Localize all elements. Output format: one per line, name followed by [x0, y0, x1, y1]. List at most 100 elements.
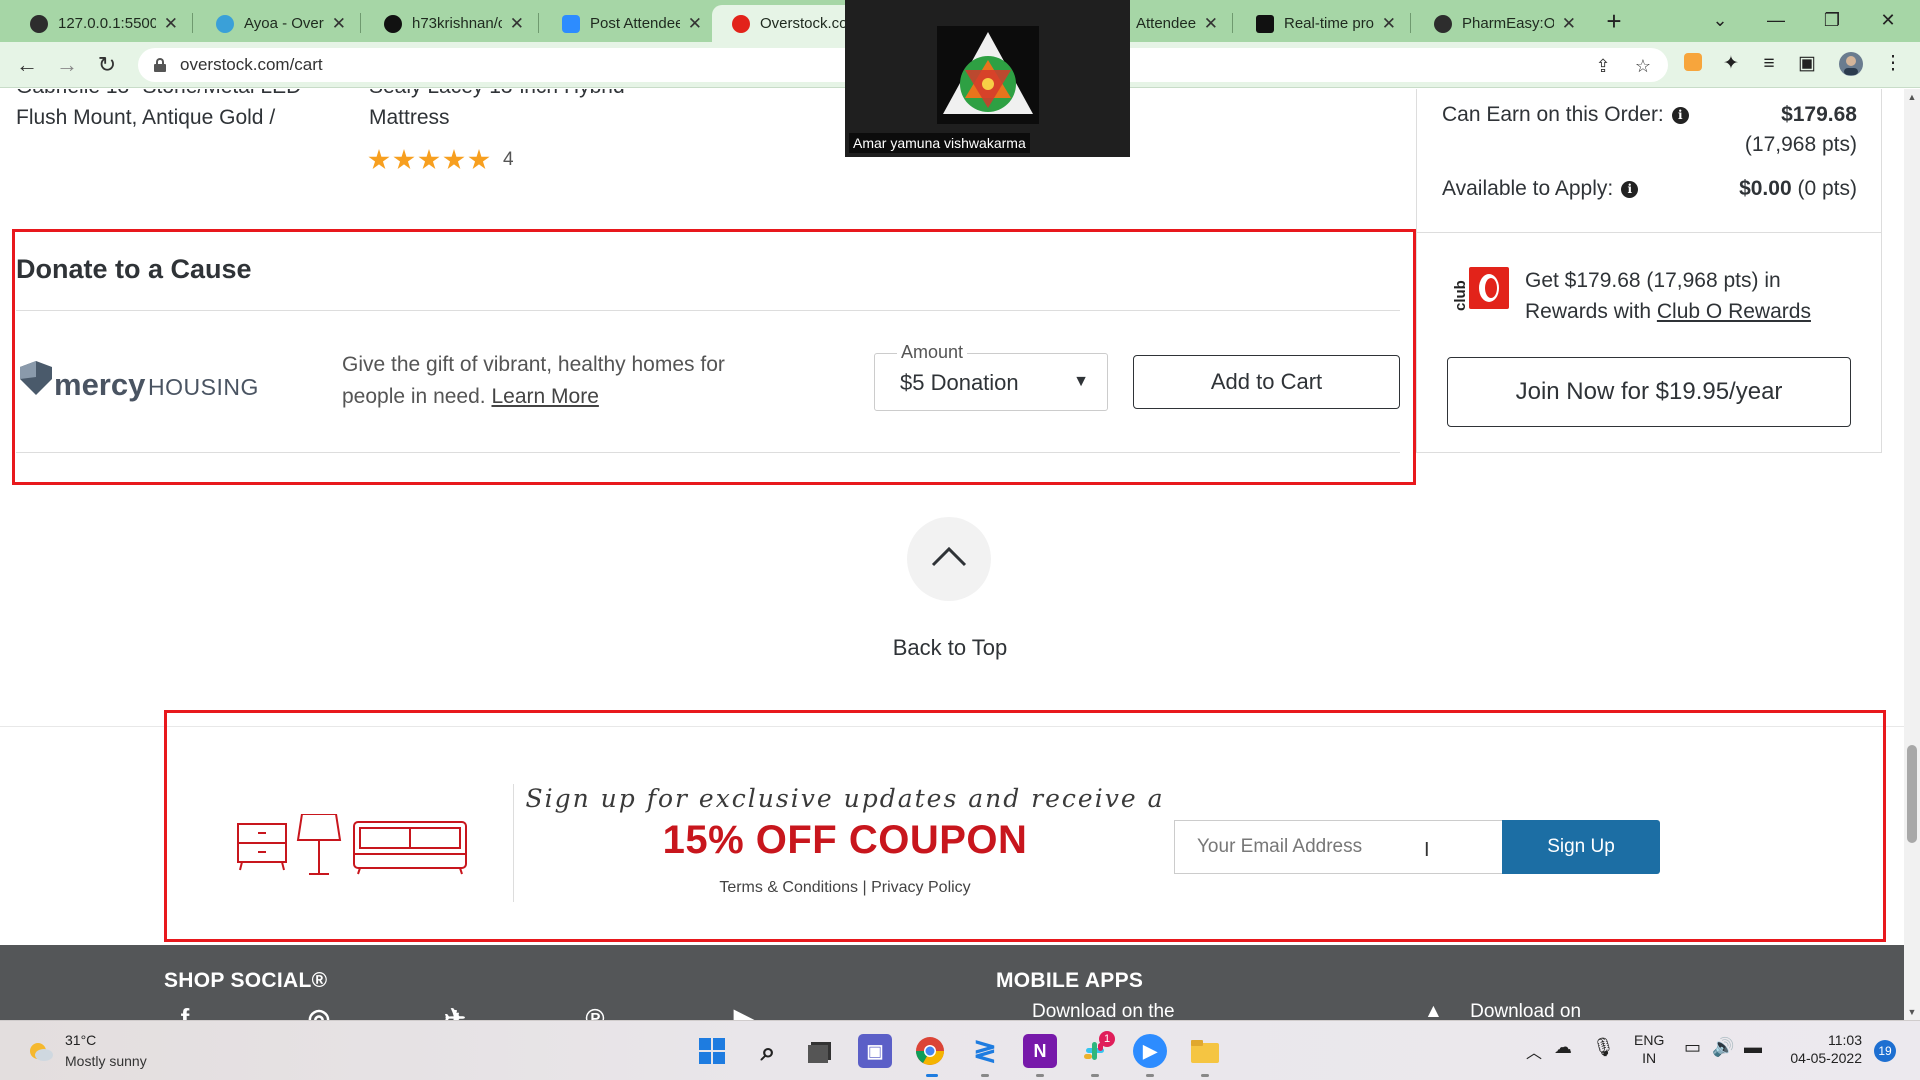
mercy-housing-logo: mercy HOUSING — [16, 357, 258, 409]
task-view-icon[interactable] — [803, 1034, 837, 1068]
language-code: ENG — [1634, 1032, 1665, 1048]
rating-count: 4 — [503, 149, 514, 170]
onenote-icon[interactable]: N — [1023, 1034, 1057, 1068]
input-language[interactable]: ENG IN — [1634, 1031, 1664, 1067]
tab-separator — [192, 13, 193, 33]
tab-search-chevron-icon[interactable]: ⌄ — [1692, 0, 1748, 40]
facebook-icon[interactable]: f — [170, 1003, 200, 1020]
learn-more-link[interactable]: Learn More — [491, 385, 598, 408]
tab-title: Post Attendee — [590, 15, 680, 32]
vscode-icon[interactable]: ≷ — [968, 1034, 1002, 1068]
amount-value: $5 Donation — [900, 370, 1019, 395]
weather-sun-icon[interactable] — [26, 1037, 54, 1065]
info-icon[interactable]: i — [1621, 181, 1639, 198]
close-window-button[interactable]: ✕ — [1860, 0, 1916, 40]
product-name[interactable]: Sealy Lacey 13-inch Hybrid Mattress — [369, 89, 625, 133]
earn-label-row: Can Earn on this Order: i — [1442, 103, 1689, 127]
instagram-icon[interactable]: ◎ — [304, 1003, 334, 1020]
share-icon[interactable]: ⇪ — [1592, 55, 1614, 77]
scroll-down-icon[interactable]: ▼ — [1904, 1004, 1920, 1020]
product-name[interactable]: Gabrielle 13" Stone/Metal LED Flush Moun… — [16, 89, 301, 133]
tab-title: Attendee — [1136, 15, 1196, 32]
restore-button[interactable]: ❐ — [1804, 0, 1860, 40]
close-icon[interactable]: ✕ — [510, 14, 524, 34]
scroll-up-icon[interactable]: ▲ — [1904, 89, 1920, 105]
clock-date: 04-05-2022 — [1790, 1050, 1862, 1066]
zoom-icon — [562, 14, 580, 33]
battery-icon[interactable]: ▬ — [1744, 1037, 1762, 1058]
back-to-top-button[interactable] — [907, 517, 991, 601]
twitter-icon[interactable]: ✈ — [440, 1003, 470, 1020]
sign-up-button[interactable]: Sign Up — [1502, 820, 1660, 874]
weather-temperature[interactable]: 31°C — [65, 1032, 96, 1048]
tab-ayoa[interactable]: Ayoa - Overst ✕ — [196, 5, 356, 42]
running-app-indicator — [1091, 1074, 1099, 1077]
apply-label-row: Available to Apply: i — [1442, 177, 1639, 201]
menu-kebab-icon[interactable]: ⋮ — [1880, 51, 1906, 77]
scroll-thumb[interactable] — [1907, 745, 1917, 843]
extensions-puzzle-icon[interactable]: ✦ — [1718, 51, 1744, 77]
star-icon — [443, 149, 465, 170]
media-control-icon[interactable]: ≡ — [1756, 51, 1782, 77]
android-app-link[interactable]: ▲ Download on — [1424, 1001, 1581, 1020]
active-app-indicator — [926, 1074, 938, 1077]
page-scrollbar[interactable]: ▲ ▼ — [1904, 89, 1920, 1020]
tab-zoom-post-attendee[interactable]: Post Attendee ✕ — [542, 5, 712, 42]
close-icon[interactable]: ✕ — [1382, 14, 1396, 34]
club-o-rewards-link[interactable]: Club O Rewards — [1657, 300, 1811, 323]
youtube-icon[interactable]: ▶ — [722, 1003, 766, 1020]
tab-real-time[interactable]: Real-time pro ✕ — [1236, 5, 1406, 42]
close-icon[interactable]: ✕ — [688, 14, 702, 34]
bookmark-star-icon[interactable]: ☆ — [1632, 55, 1654, 77]
tab-pharmeasy[interactable]: PharmEasy:Or ✕ — [1414, 5, 1586, 42]
video-participant-tile[interactable]: Amar yamuna vishwakarma — [845, 0, 1130, 157]
tray-overflow-chevron-icon[interactable]: ︿ — [1526, 1039, 1542, 1063]
earn-points: (17,968 pts) — [1744, 133, 1857, 156]
new-tab-button[interactable]: + — [1597, 5, 1631, 39]
microphone-icon[interactable]: 🎙 — [1592, 1037, 1615, 1058]
heart-house-icon — [20, 361, 52, 395]
profile-avatar[interactable] — [1838, 51, 1864, 77]
weather-description[interactable]: Mostly sunny — [65, 1053, 147, 1069]
tab-github[interactable]: h73krishnan/c ✕ — [364, 5, 534, 42]
svg-text:club: club — [1452, 280, 1469, 311]
onedrive-cloud-icon[interactable]: ☁ — [1554, 1037, 1572, 1058]
zoom-icon[interactable]: ▶ — [1133, 1034, 1167, 1068]
windows-start-icon[interactable] — [695, 1034, 729, 1068]
info-icon[interactable]: i — [1671, 107, 1689, 124]
forward-arrow-icon[interactable]: → — [52, 50, 82, 80]
participant-name: Amar yamuna vishwakarma — [849, 133, 1030, 153]
star-icon — [393, 149, 415, 170]
tab-separator — [1410, 13, 1411, 33]
chrome-icon[interactable] — [913, 1034, 947, 1068]
close-icon[interactable]: ✕ — [1204, 14, 1218, 34]
extension-orange-icon[interactable] — [1680, 51, 1706, 77]
email-field[interactable] — [1174, 820, 1502, 874]
donation-amount-select[interactable]: Amount $5 Donation ▼ — [874, 342, 1108, 411]
file-explorer-icon[interactable] — [1188, 1034, 1222, 1068]
reload-icon[interactable]: ↻ — [92, 50, 122, 80]
pinterest-icon[interactable]: ℗ — [580, 1003, 610, 1020]
notification-count-badge[interactable]: 19 — [1874, 1040, 1896, 1062]
terms-link[interactable]: Terms & Conditions — [719, 879, 858, 896]
side-panel-icon[interactable]: ▣ — [1794, 51, 1820, 77]
privacy-link[interactable]: Privacy Policy — [871, 879, 971, 896]
apple-app-text: Download on the — [1032, 1001, 1175, 1020]
close-icon[interactable]: ✕ — [332, 14, 346, 34]
minimize-button[interactable]: — — [1748, 0, 1804, 40]
network-icon[interactable]: ▭ — [1684, 1037, 1701, 1058]
search-icon[interactable]: ⌕ — [751, 1034, 785, 1068]
tab-localhost[interactable]: 127.0.0.1:5500 ✕ — [10, 5, 188, 42]
close-icon[interactable]: ✕ — [1562, 14, 1576, 34]
apple-app-link[interactable]: Download on the — [1000, 1001, 1175, 1020]
add-to-cart-button[interactable]: Add to Cart — [1133, 355, 1400, 409]
close-icon[interactable]: ✕ — [164, 14, 178, 34]
clock[interactable]: 11:03 04-05-2022 — [1784, 1031, 1862, 1067]
teams-chat-icon[interactable]: ▣ — [858, 1034, 892, 1068]
globe-icon — [1434, 14, 1452, 33]
volume-icon[interactable]: 🔊 — [1712, 1037, 1734, 1058]
back-arrow-icon[interactable]: ← — [12, 50, 42, 80]
back-to-top-label[interactable]: Back to Top — [840, 635, 1060, 661]
coupon-headline: 15% OFF COUPON — [662, 818, 1028, 862]
join-now-button[interactable]: Join Now for $19.95/year — [1447, 357, 1851, 427]
